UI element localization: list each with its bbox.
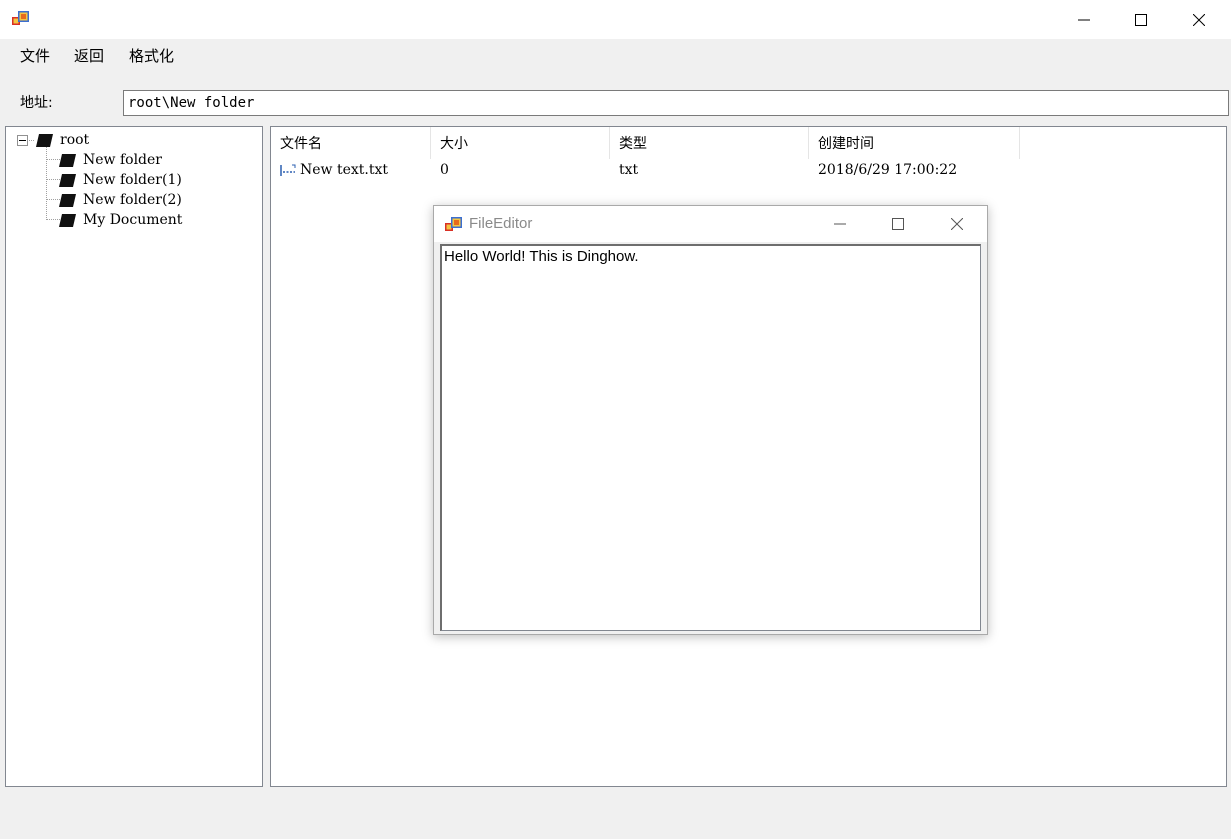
title-bar (0, 0, 1231, 39)
address-label: 地址: (20, 95, 53, 111)
tree-connector (46, 147, 47, 220)
menu-item-format[interactable]: 格式化 (129, 45, 174, 66)
text-file-icon (280, 164, 296, 176)
maximize-icon (892, 218, 904, 230)
folder-icon (59, 213, 76, 227)
dialog-close-button[interactable] (928, 206, 986, 242)
dialog-maximize-button[interactable] (869, 206, 927, 242)
minimize-button[interactable] (1055, 0, 1113, 39)
tree-node-new-folder-2[interactable]: New folder(2) (59, 190, 182, 210)
app-icon (12, 11, 29, 25)
dialog-title: FileEditor (469, 215, 533, 232)
minimize-icon (1078, 19, 1090, 20)
dialog-minimize-button[interactable] (811, 206, 869, 242)
close-button[interactable] (1170, 0, 1228, 39)
tree-node-label: New folder(2) (83, 192, 182, 208)
folder-tree[interactable]: root New folder New folder(1) New folder… (5, 126, 263, 787)
file-editor-window: FileEditor Hello World! This is Dinghow. (433, 205, 988, 635)
cell-type: txt (619, 162, 639, 178)
close-icon (1193, 13, 1205, 26)
close-icon (951, 218, 963, 230)
column-header-size[interactable]: 大小 (431, 127, 610, 159)
minimize-icon (834, 223, 846, 225)
tree-connector (46, 199, 60, 200)
dialog-title-bar: FileEditor (434, 206, 987, 242)
tree-node-label: root (60, 132, 90, 148)
tree-node-label: My Document (83, 212, 183, 228)
column-header-name[interactable]: 文件名 (271, 127, 431, 159)
column-header-created[interactable]: 创建时间 (809, 127, 1020, 159)
cell-size: 0 (440, 162, 449, 178)
tree-node-new-folder[interactable]: New folder (59, 150, 162, 170)
maximize-button[interactable] (1112, 0, 1170, 39)
column-header-type[interactable]: 类型 (610, 127, 809, 159)
app-icon (445, 217, 462, 231)
maximize-icon (1135, 13, 1147, 26)
file-name: New text.txt (300, 162, 388, 178)
tree-connector (46, 179, 60, 180)
editor-textarea[interactable]: Hello World! This is Dinghow. (440, 244, 981, 631)
menu-item-file[interactable]: 文件 (20, 45, 50, 66)
cell-name: New text.txt (280, 160, 388, 180)
minus-icon (19, 140, 26, 141)
tree-node-label: New folder(1) (83, 172, 182, 188)
folder-icon (36, 133, 53, 147)
menu-item-back[interactable]: 返回 (74, 45, 104, 66)
tree-node-new-folder-1[interactable]: New folder(1) (59, 170, 182, 190)
folder-icon (59, 193, 76, 207)
collapse-toggle[interactable] (17, 135, 28, 146)
tree-connector (46, 219, 60, 220)
address-input[interactable] (123, 90, 1229, 116)
menu-bar: 文件 返回 格式化 (0, 39, 1231, 71)
tree-connector (46, 159, 60, 160)
folder-icon (59, 153, 76, 167)
folder-icon (59, 173, 76, 187)
tree-node-my-document[interactable]: My Document (59, 210, 182, 230)
tree-node-label: New folder (83, 152, 162, 168)
cell-created: 2018/6/29 17:00:22 (818, 162, 958, 178)
tree-node-root[interactable]: root (36, 130, 89, 150)
